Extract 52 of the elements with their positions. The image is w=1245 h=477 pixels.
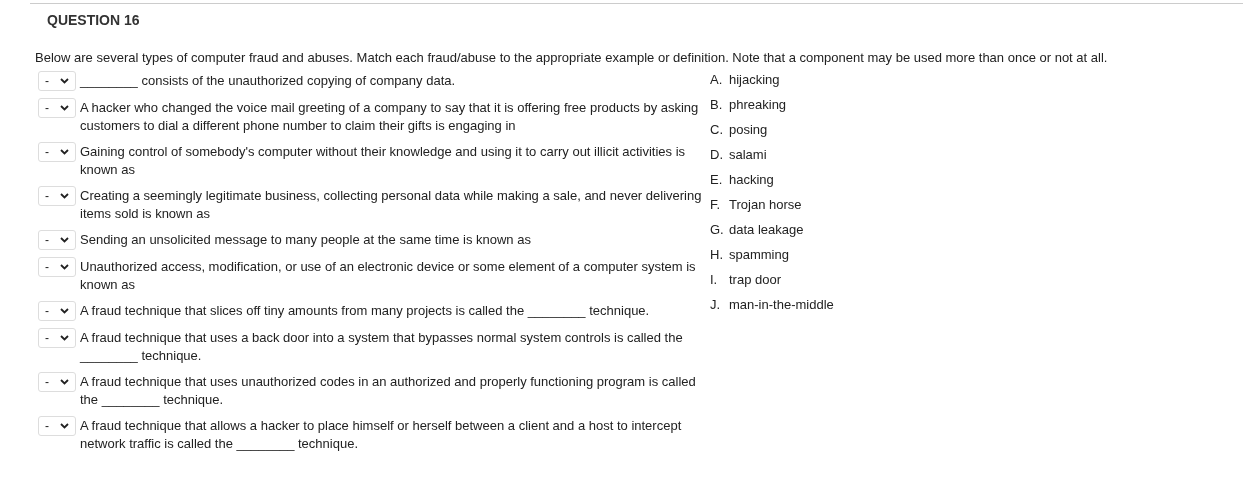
answer-dropdown[interactable]: - (38, 71, 76, 91)
chevron-down-icon (60, 379, 69, 385)
instructions-text: Below are several types of computer fraud and abuses. Match each fraud/abuse to the appropriate example or definition. Note that a component may be used more than once or not at all. (35, 49, 1109, 67)
chevron-down-icon (60, 193, 69, 199)
option-text: phreaking (729, 96, 787, 114)
chevron-down-icon (60, 423, 69, 429)
chevron-down-icon (60, 149, 69, 155)
option-letter: I. (710, 271, 719, 289)
question-text: Unauthorized access, modification, or use of an electronic device or some element of a computer system is known as (80, 258, 697, 294)
answer-dropdown[interactable]: - (38, 257, 76, 277)
answer-dropdown[interactable]: - (38, 98, 76, 118)
option-letter: E. (710, 171, 724, 189)
question-text: A fraud technique that uses a back door into a system that bypasses normal system controls is called the ________ technique. (80, 329, 684, 365)
chevron-down-icon (60, 237, 69, 243)
option-letter: A. (710, 71, 724, 89)
chevron-down-icon (60, 308, 69, 314)
question-title: QUESTION 16 (47, 12, 141, 28)
option-letter: F. (710, 196, 722, 214)
question-text: A hacker who changed the voice mail greeting of a company to say that it is offering free products by asking customers to dial a different phone number to claim their gifts is engaging in (80, 99, 700, 135)
option-text: hijacking (729, 71, 780, 89)
answer-dropdown[interactable]: - (38, 372, 76, 392)
option-letter: D. (710, 146, 724, 164)
answer-dropdown[interactable]: - (38, 301, 76, 321)
option-letter: B. (710, 96, 724, 114)
answer-dropdown[interactable]: - (38, 416, 76, 436)
option-text: salami (729, 146, 767, 164)
option-letter: H. (710, 246, 724, 264)
answer-dropdown[interactable]: - (38, 230, 76, 250)
question-text: Creating a seemingly legitimate business, collecting personal data while making a sale, and never delivering items sold is known as (80, 187, 703, 223)
question-text: ________ consists of the unauthorized copying of company data. (80, 72, 457, 90)
question-text: Gaining control of somebody's computer without their knowledge and using it to carry out illicit activities is known as (80, 143, 687, 179)
answer-dropdown[interactable]: - (38, 186, 76, 206)
option-text: man-in-the-middle (729, 296, 834, 314)
option-text: spamming (729, 246, 789, 264)
option-text: data leakage (729, 221, 804, 239)
question-text: Sending an unsolicited message to many people at the same time is known as (80, 231, 532, 249)
option-text: posing (729, 121, 768, 139)
option-text: trap door (729, 271, 782, 289)
question-text: A fraud technique that allows a hacker to place himself or herself between a client and a host to intercept network traffic is called the ________ technique. (80, 417, 683, 453)
answer-dropdown[interactable]: - (38, 328, 76, 348)
chevron-down-icon (60, 105, 69, 111)
chevron-down-icon (60, 78, 69, 84)
option-text: hacking (729, 171, 774, 189)
option-letter: G. (710, 221, 725, 239)
option-letter: C. (710, 121, 724, 139)
answer-dropdown[interactable]: - (38, 142, 76, 162)
option-text: Trojan horse (729, 196, 802, 214)
option-letter: J. (710, 296, 722, 314)
chevron-down-icon (60, 335, 69, 341)
question-text: A fraud technique that uses unauthorized codes in an authorized and properly functioning program is called the ________ technique. (80, 373, 697, 409)
chevron-down-icon (60, 264, 69, 270)
question-text: A fraud technique that slices off tiny amounts from many projects is called the ________ technique. (80, 302, 651, 320)
